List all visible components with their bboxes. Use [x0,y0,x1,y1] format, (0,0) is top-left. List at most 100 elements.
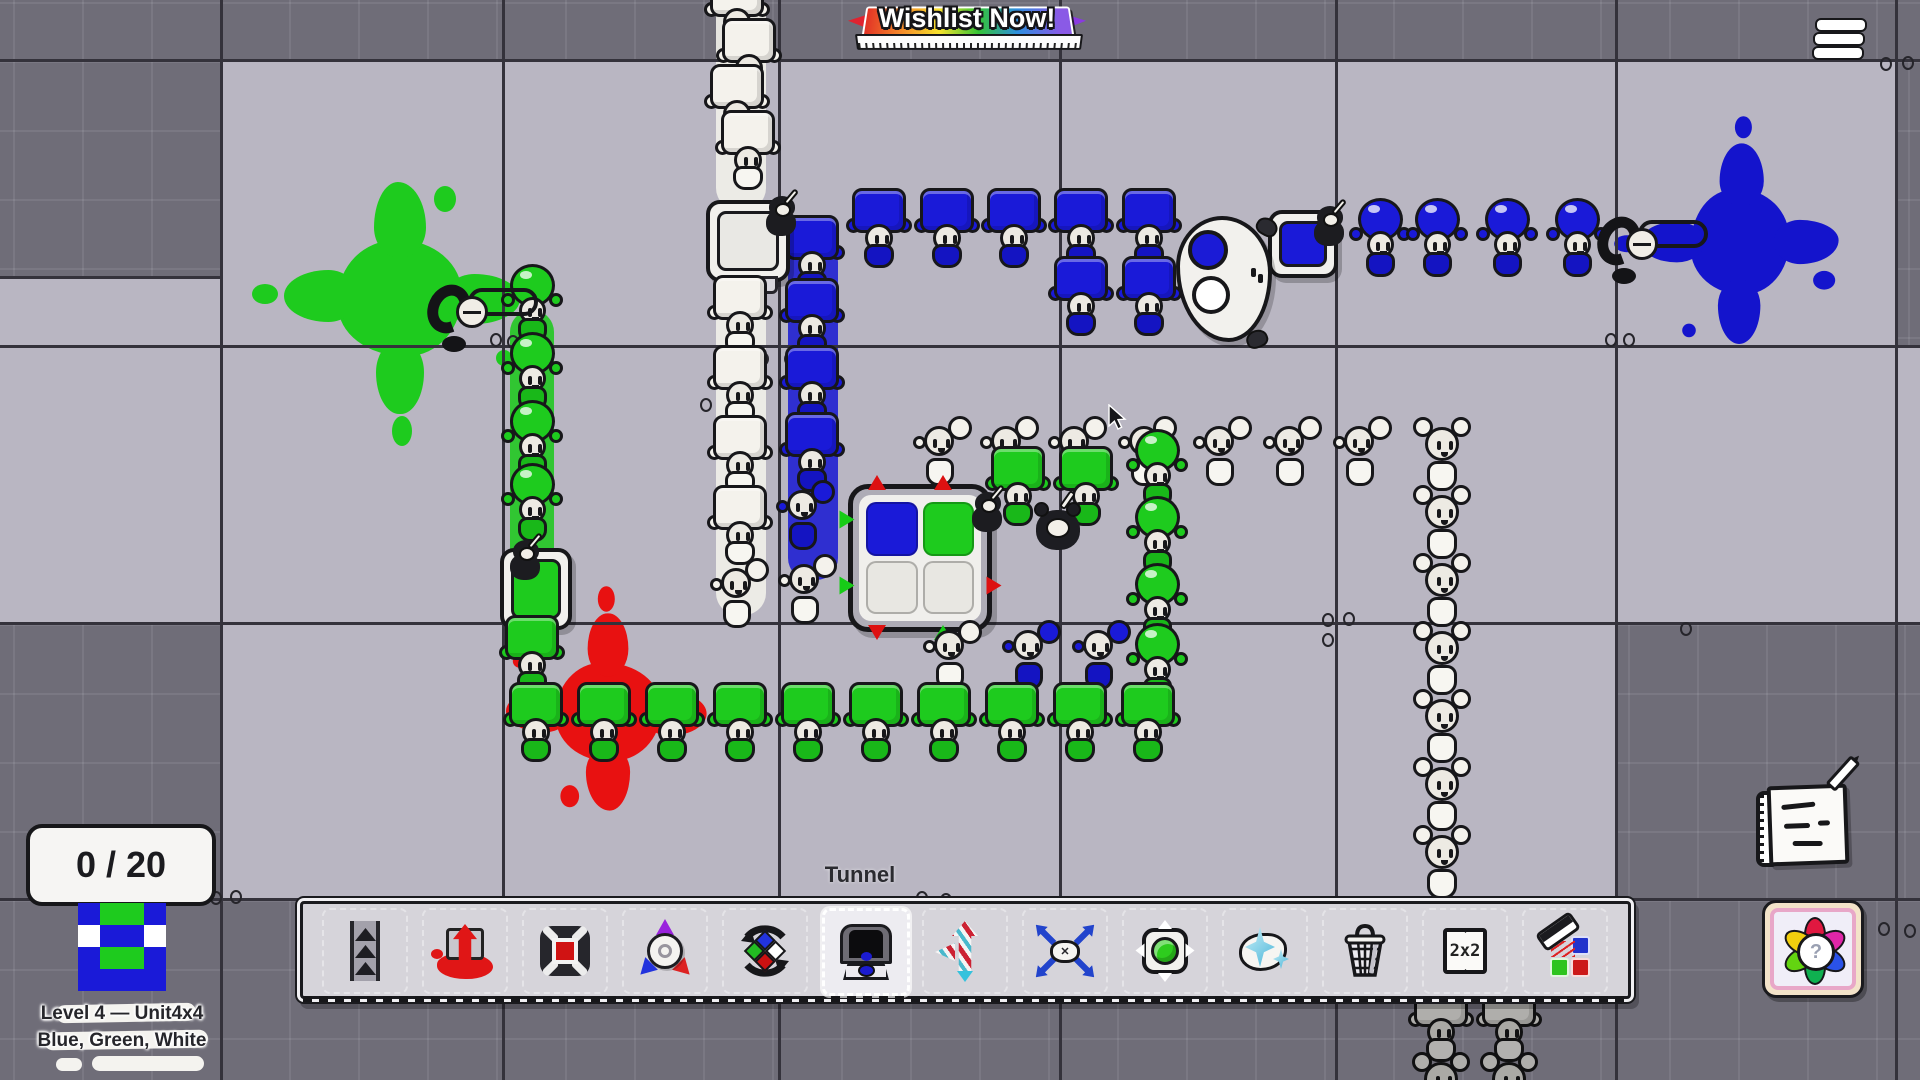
unit-cell-green [100,903,122,925]
paint-station-blue [1268,210,1338,278]
white-tile-character [711,485,769,565]
objectives-scroll-button[interactable] [1752,775,1858,875]
tool-tunnel-selected[interactable] [822,908,910,996]
unit-cell-blue [144,947,166,969]
unit-cell-blue [100,925,122,947]
tool-block[interactable] [522,908,608,994]
screw-dot [1322,633,1334,647]
paint-station-white [706,200,790,282]
green-tile-character [915,682,973,762]
block-icon [535,921,595,981]
seam-line [1895,0,1898,1080]
level-title: Level 4 — Unit4x4 [10,1000,234,1027]
tunnel-icon [836,922,896,982]
white-worker-character [1413,823,1471,903]
screw-dot [1904,924,1916,938]
blue-blob-character [1351,197,1409,277]
tool-grid-2x2[interactable]: 2x2 [1422,908,1508,994]
unit-assembler [848,484,992,632]
unit-cell-blue [122,925,144,947]
tool-sparkle-cleaner[interactable] [1222,908,1308,994]
tool-unit-maker[interactable] [1122,908,1208,994]
wishlist-banner[interactable]: Wishlist Now! [856,2,1078,50]
panel-top-left [0,59,220,276]
menu-bar [1815,18,1867,32]
paint-pump-worker [1598,214,1718,288]
green-blob-character [503,462,561,542]
unit-cell-blue [144,903,166,925]
screw-dot [1680,622,1692,636]
blue-tile-character [985,188,1043,268]
unit-cell-blue [144,969,166,991]
unit-cell-blue [78,969,100,991]
screw-dot [1878,922,1890,936]
green-tile-character [1051,682,1109,762]
tool-eraser[interactable] [1522,908,1608,994]
green-tile-character [847,682,905,762]
paint-fountain-icon [435,921,495,981]
green-tile-character [507,682,565,762]
green-tile-character [711,682,769,762]
screw-dot [230,890,242,904]
unit-cell-green [122,903,144,925]
game-stage: Wishlist Now! 0 / 20 Level 4 — Unit4x4 B… [0,0,1920,1080]
mouse-cursor [1108,404,1130,430]
paint-swoosh [92,1056,204,1071]
trash-icon [1335,921,1395,981]
banner-label: Wishlist Now! [856,3,1078,34]
menu-bar [1812,46,1864,60]
tool-rotator[interactable] [722,908,808,994]
unit-cell-green [100,947,122,969]
seam-line [220,0,223,1080]
banner-ruler-strip [855,34,1083,50]
tool-conveyor[interactable] [322,908,408,994]
blue-tile-character [1052,256,1110,336]
unit-maker-icon [1135,921,1195,981]
striped-arrow-icon [935,921,995,981]
blue-handblob-character [777,482,835,562]
selected-tool-tooltip: Tunnel [780,862,940,888]
tool-shell-splitter[interactable] [622,908,708,994]
level-label: Level 4 — Unit4x4 Blue, Green, White [10,1000,234,1054]
shell-splitter-icon [635,921,695,981]
unit-cell-blue [122,969,144,991]
white-tile-character [711,345,769,425]
white-handblob-character [1334,418,1392,498]
tool-paint-fountain[interactable] [422,908,508,994]
screw-dot [1880,57,1892,71]
white-handblob-character [779,556,837,636]
unit-cell-white [78,925,100,947]
conveyor-icon [335,921,395,981]
white-handblob-character [711,560,769,640]
paint-swoosh [56,1058,82,1071]
white-tile-character [711,415,769,495]
tool-cross-arrows[interactable]: ✕ [1022,908,1108,994]
target-unit-preview [78,903,166,991]
grid-2x2-icon: 2x2 [1435,921,1495,981]
rotator-icon [735,921,795,981]
tool-trash[interactable] [1322,908,1408,994]
unit-cell-green [122,947,144,969]
white-handblob-character [1264,418,1322,498]
green-tile-character [983,682,1041,762]
screw-dot [1623,333,1635,347]
screw-dot [1902,56,1914,70]
blue-tile-character [783,412,841,492]
blue-tile-character [850,188,908,268]
question-mark: ? [1797,933,1835,971]
white-worker-character [1412,1050,1470,1080]
panel-right-sliver [1895,59,1920,345]
unit-cell-blue [78,903,100,925]
sparkle-cleaner-icon [1235,921,1295,981]
unit-cell-blue [100,969,122,991]
green-tile-character [779,682,837,762]
tool-striped-arrow[interactable] [922,908,1008,994]
screw-dot [1343,612,1355,626]
menu-bar [1813,32,1865,46]
unit-cell-blue [78,947,100,969]
screw-dot [1322,613,1334,627]
color-guide-button[interactable]: ? [1762,900,1864,998]
hamburger-menu-icon[interactable] [1812,16,1866,62]
white-handblob-character [1194,418,1252,498]
blue-tile-character [918,188,976,268]
